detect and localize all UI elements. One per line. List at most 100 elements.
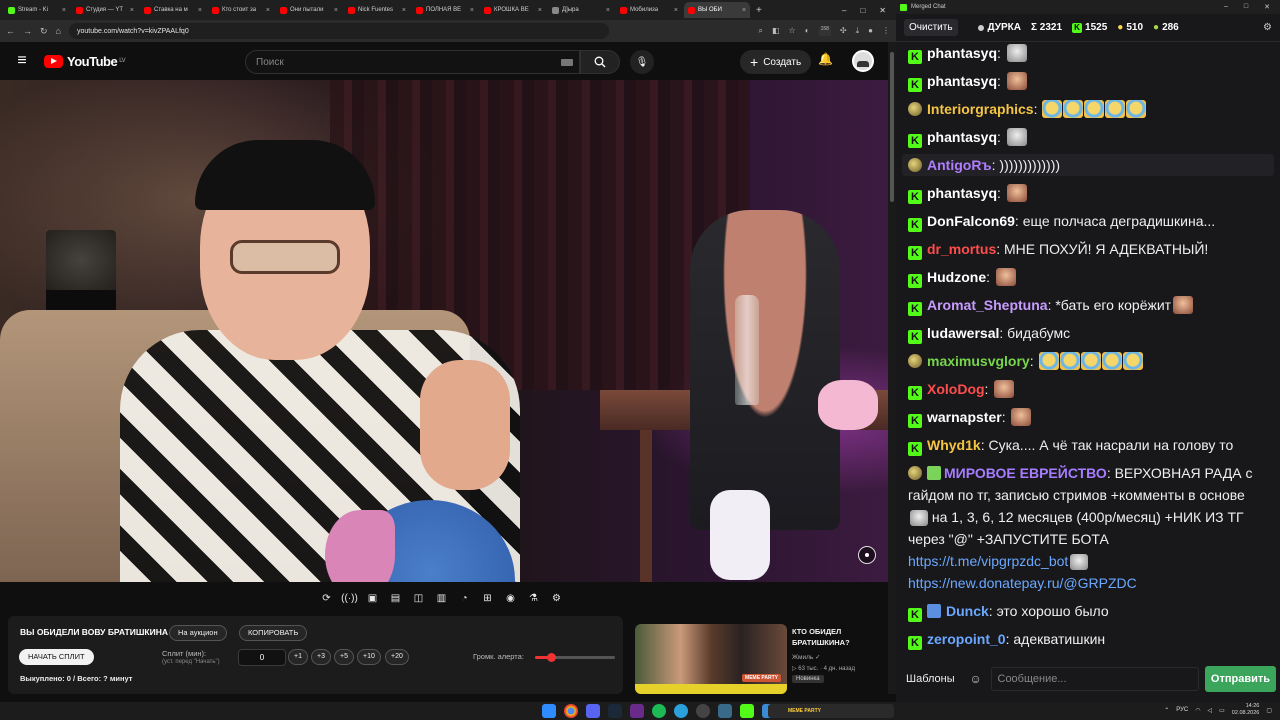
app-icon[interactable]: [718, 704, 732, 718]
chrome-icon[interactable]: [564, 704, 578, 718]
chat-message[interactable]: Kludawersal: бидабумс: [908, 322, 1268, 344]
tab-close-icon[interactable]: ×: [538, 7, 542, 14]
back-icon[interactable]: ←: [6, 26, 15, 36]
chat-username[interactable]: Dunck: [946, 603, 989, 619]
browser-tab[interactable]: Кто стоит за ×: [208, 2, 274, 18]
browser-tab[interactable]: Д]ыра ×: [548, 2, 614, 18]
chat-link[interactable]: https://t.me/vipgrpzdc_bot: [908, 553, 1068, 569]
step-button[interactable]: +3: [311, 649, 331, 665]
chat-message[interactable]: Kphantasyq:: [908, 126, 1268, 148]
minimize-icon[interactable]: –: [842, 6, 846, 15]
filmstrip-icon[interactable]: ▥: [433, 591, 450, 606]
menu-icon[interactable]: ⋮: [882, 26, 890, 36]
templates-button[interactable]: Шаблоны: [900, 673, 961, 685]
volume-icon[interactable]: ◁: [1208, 707, 1213, 714]
tab-close-icon[interactable]: ×: [62, 7, 66, 14]
player-overlay-button[interactable]: [858, 546, 876, 564]
profile-icon[interactable]: ●: [868, 26, 873, 36]
search-input[interactable]: Поиск: [245, 50, 580, 74]
chat-username[interactable]: Aromat_Sheptuna: [927, 297, 1048, 313]
create-button[interactable]: + Создать: [740, 50, 812, 74]
chat-username[interactable]: dr_mortus: [927, 241, 996, 257]
scrollbar-thumb[interactable]: [890, 52, 894, 202]
discord-icon[interactable]: [586, 704, 600, 718]
chat-username[interactable]: phantasyq: [927, 45, 997, 61]
home-icon[interactable]: ⌂: [56, 26, 61, 36]
battery-icon[interactable]: ▭: [1219, 707, 1225, 714]
screenshot-icon[interactable]: ▣: [364, 591, 381, 606]
copy-button[interactable]: КОПИРОВАТЬ: [239, 625, 308, 641]
camera-icon[interactable]: ◉: [502, 591, 519, 606]
notification-icon[interactable]: ▢: [1266, 707, 1272, 714]
forward-icon[interactable]: →: [23, 26, 32, 36]
hamburger-menu-icon[interactable]: ≡: [0, 52, 44, 70]
browser-tab[interactable]: Они пытали ×: [276, 2, 342, 18]
chat-username[interactable]: XoloDog: [927, 381, 985, 397]
tab-close-icon[interactable]: ×: [198, 7, 202, 14]
chat-username[interactable]: Whyd1k: [927, 437, 981, 453]
browser-tab[interactable]: КРОШКА ВЕ ×: [480, 2, 546, 18]
chat-message[interactable]: Kzeropoint_0: адекватишкин: [908, 628, 1268, 650]
browser-tab[interactable]: ПОЛНАЯ ВЕ ×: [412, 2, 478, 18]
language-indicator[interactable]: РУС: [1176, 707, 1188, 713]
chat-username[interactable]: МИРОВОЕ ЕВРЕЙСТВО: [944, 465, 1107, 481]
step-button[interactable]: +5: [334, 649, 354, 665]
kick-taskbar-icon[interactable]: [740, 704, 754, 718]
chat-username[interactable]: zeropoint_0: [927, 631, 1006, 647]
chat-message[interactable]: K DonFalcon69: еще полчаса деградишкина..…: [908, 210, 1268, 232]
chat-username[interactable]: phantasyq: [927, 129, 997, 145]
new-tab-icon[interactable]: +: [756, 5, 762, 16]
chat-message[interactable]: Kphantasyq:: [908, 182, 1268, 204]
add-icon[interactable]: ⊞: [479, 591, 496, 606]
browser-tab[interactable]: ВЫ ОБИ ×: [684, 2, 750, 18]
recommended-title[interactable]: КТО ОБИДЕЛ БРАТИШКИНА?: [792, 626, 888, 648]
close-icon[interactable]: ✕: [1264, 3, 1270, 11]
page-scrollbar[interactable]: [888, 42, 896, 694]
tray-chevron-icon[interactable]: ⌃: [1164, 707, 1169, 714]
keyboard-icon[interactable]: [561, 58, 573, 66]
spotify-icon[interactable]: [652, 704, 666, 718]
chat-message[interactable]: Kdr_mortus: МНЕ ПОХУЙ! Я АДЕКВАТНЫЙ!: [908, 238, 1268, 260]
to-auction-button[interactable]: На аукцион: [169, 625, 227, 641]
gear-icon[interactable]: ⚙: [548, 591, 565, 606]
maximize-icon[interactable]: □: [1244, 3, 1248, 11]
steam-icon[interactable]: [608, 704, 622, 718]
chat-username[interactable]: DonFalcon69: [927, 213, 1015, 229]
tab-close-icon[interactable]: ×: [674, 7, 678, 14]
voice-search-button[interactable]: 🎙: [630, 50, 654, 74]
chat-username[interactable]: maximusvglory: [927, 353, 1030, 369]
recommended-channel[interactable]: Жмиль ✓: [792, 653, 821, 661]
youtube-logo[interactable]: YouTube LV: [44, 54, 126, 69]
bookmark-star-icon[interactable]: ☆: [789, 26, 796, 36]
emoji-picker-icon[interactable]: ☺: [967, 670, 985, 688]
start-icon[interactable]: [542, 704, 556, 718]
maximize-icon[interactable]: □: [860, 6, 865, 15]
send-button[interactable]: Отправить: [1204, 666, 1276, 692]
chat-message[interactable]: Interiorgraphics:: [908, 98, 1268, 120]
speed-icon[interactable]: ◔: [456, 591, 473, 606]
minimize-icon[interactable]: –: [1224, 3, 1228, 11]
chat-username[interactable]: phantasyq: [927, 185, 997, 201]
tab-close-icon[interactable]: ×: [266, 7, 270, 14]
zoom-icon[interactable]: ⌕: [759, 26, 763, 36]
browser-tab[interactable]: Nick Fuentes ×: [344, 2, 410, 18]
loop-icon[interactable]: ⟳: [318, 591, 335, 606]
chat-message[interactable]: Kphantasyq:: [908, 42, 1268, 64]
chat-settings-gear-icon[interactable]: ⚙: [1263, 22, 1272, 33]
alert-volume-knob[interactable]: [547, 653, 556, 662]
url-field[interactable]: youtube.com/watch?v=kivZPAALfq0: [68, 23, 609, 39]
chat-message[interactable]: Kphantasyq:: [908, 70, 1268, 92]
chat-message[interactable]: maximusvglory:: [908, 350, 1268, 372]
telegram-icon[interactable]: [674, 704, 688, 718]
download-icon[interactable]: ⤓: [856, 26, 860, 36]
step-button[interactable]: +20: [385, 649, 409, 665]
notifications-bell-icon[interactable]: 🔔: [818, 52, 833, 66]
audio-icon[interactable]: ((·)): [341, 591, 358, 606]
network-icon[interactable]: ◠: [1195, 707, 1200, 714]
account-avatar[interactable]: [852, 50, 874, 72]
recommended-video[interactable]: MEME PARTY КТО ОБИДЕЛ БРАТИШКИНА? Жмиль …: [635, 624, 888, 696]
chat-username[interactable]: warnapster: [927, 409, 1002, 425]
chat-message[interactable]: K Hudzone:: [908, 266, 1268, 288]
step-button[interactable]: +10: [357, 649, 381, 665]
chat-message[interactable]: МИРОВОЕ ЕВРЕЙСТВО: ВЕРХОВНАЯ РАДА с гайд…: [908, 462, 1268, 594]
